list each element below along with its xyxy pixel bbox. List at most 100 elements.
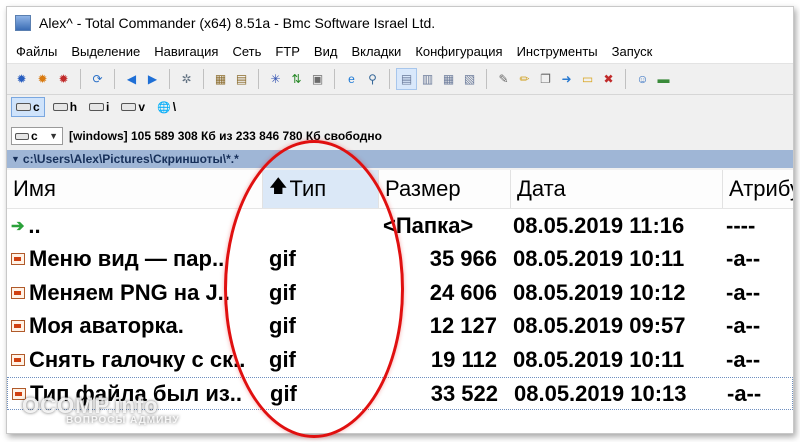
history-dropdown-icon[interactable]: ▼ <box>11 154 20 164</box>
chevron-down-icon: ▼ <box>49 131 58 141</box>
clipboard-button[interactable]: ▣ <box>307 68 328 90</box>
file-row[interactable]: Снять галочку с ск.. gif 19 112 08.05.2019 … <box>7 343 793 376</box>
menu-item-3[interactable]: Сеть <box>225 44 268 59</box>
delete-icon: ✖ <box>603 72 614 86</box>
view-tree-button[interactable]: ▧ <box>459 68 480 90</box>
column-header-size-label: Размер <box>385 176 461 201</box>
file-date: 08.05.2019 10:11 <box>513 346 685 372</box>
file-row[interactable]: ➔.. <Папка> 08.05.2019 11:16 ---- <box>7 209 793 242</box>
path-bar[interactable]: ▼ c:\Users\Alex\Pictures\Скриншоты\*.* <box>7 150 793 168</box>
refresh-button[interactable]: ⟳ <box>87 68 108 90</box>
drive-icon <box>121 103 137 111</box>
arrow-right-button[interactable]: ▶ <box>142 68 163 90</box>
menu-item-5[interactable]: Вид <box>307 44 345 59</box>
toolbar-separator <box>334 69 335 89</box>
column-header-attr[interactable]: Атрибуты <box>723 170 793 208</box>
column-headers: Имя 🡅 Тип Размер Дата Атрибуты <box>7 170 793 209</box>
file-date: 08.05.2019 10:12 <box>513 279 686 305</box>
drive-button-3[interactable]: v <box>117 98 149 116</box>
menu-item-4[interactable]: FTP <box>268 44 307 59</box>
drive-button-0[interactable]: c <box>11 97 45 117</box>
menu-item-0[interactable]: Файлы <box>7 44 64 59</box>
ie-button[interactable]: e <box>341 68 362 90</box>
drive-letter: h <box>69 100 78 114</box>
drive-select[interactable]: c ▼ <box>11 127 63 145</box>
file-name: Снять галочку с ск.. <box>29 346 246 372</box>
gear-red-button[interactable]: ✹ <box>53 68 74 90</box>
toolbar-separator <box>625 69 626 89</box>
drive-button-1[interactable]: h <box>49 98 81 116</box>
gear-orange-button[interactable]: ✹ <box>32 68 53 90</box>
delete-button[interactable]: ✖ <box>598 68 619 90</box>
toolbar-separator <box>114 69 115 89</box>
column-header-attr-label: Атрибуты <box>729 176 793 201</box>
pencil-button[interactable]: ✏ <box>514 68 535 90</box>
gif-file-icon <box>11 286 25 299</box>
file-name: Моя аваторка. <box>29 313 184 338</box>
gif-file-icon <box>11 320 25 332</box>
users-button[interactable]: ☺ <box>632 68 653 90</box>
drive-letter: v <box>138 100 146 114</box>
monitor-icon: ▬ <box>657 72 670 86</box>
column-header-size[interactable]: Размер <box>379 170 511 208</box>
column-header-name[interactable]: Имя <box>7 170 263 208</box>
drive-icon <box>15 132 29 140</box>
menu-item-9[interactable]: Запуск <box>605 44 660 59</box>
view-thumbs-button[interactable]: ▦ <box>438 68 459 90</box>
file-name: Меняем PNG на J.. <box>29 279 230 305</box>
gear-blue-button[interactable]: ✹ <box>11 68 32 90</box>
unpack-button[interactable]: ▤ <box>231 68 252 90</box>
file-size: 33 522 <box>430 381 498 406</box>
pack-button[interactable]: ▦ <box>210 68 231 90</box>
gif-file-icon <box>11 253 25 265</box>
arrow-left-button[interactable]: ◀ <box>121 68 142 90</box>
free-space-text: [windows] 105 589 308 Кб из 233 846 780 … <box>69 129 382 143</box>
monitor-button[interactable]: ▬ <box>653 68 674 90</box>
move-button[interactable]: ➜ <box>556 68 577 90</box>
view-brief-icon: ▤ <box>400 72 413 86</box>
copy-icon: ❐ <box>540 72 551 86</box>
file-date: 08.05.2019 10:11 <box>513 246 685 271</box>
ftp-button[interactable]: ⚲ <box>362 68 383 90</box>
parent-dir-icon: ➔ <box>11 217 25 235</box>
file-attr: -a-- <box>726 346 761 372</box>
drive-button-2[interactable]: i <box>85 98 113 116</box>
edit-button[interactable]: ✎ <box>493 68 514 90</box>
menu-item-1[interactable]: Выделение <box>64 44 147 59</box>
toolbar: ✹ ✹ ✹ ⟳ ◀ ▶ ✲ ▦ ▤ ✳ ⇅ ▣ e ⚲ ▤ ▥ ▦ ▧ ✎ ✏ ❐ ➜ ▭ ✖ ☺ ▬ <box>7 64 793 95</box>
drive-icon <box>52 103 68 111</box>
column-header-date-label: Дата <box>517 176 566 201</box>
arrow-right-icon: ▶ <box>147 72 158 86</box>
highlight-ellipse <box>224 140 404 438</box>
menu-item-7[interactable]: Конфигурация <box>408 44 509 59</box>
gif-file-icon <box>11 353 25 366</box>
view-full-button[interactable]: ▥ <box>417 68 438 90</box>
view-brief-button[interactable]: ▤ <box>396 68 417 90</box>
pack-icon: ▦ <box>214 72 227 86</box>
view-thumbs-icon: ▦ <box>442 72 455 86</box>
toolbar-separator <box>169 69 170 89</box>
current-path: c:\Users\Alex\Pictures\Скриншоты\*.* <box>22 152 239 166</box>
column-header-date[interactable]: Дата <box>511 170 723 208</box>
gear-gray-button[interactable]: ✲ <box>176 68 197 90</box>
view-full-icon: ▥ <box>421 72 434 86</box>
drive-letter: i <box>106 100 110 114</box>
menu-item-6[interactable]: Вкладки <box>344 44 408 59</box>
file-attr: ---- <box>726 212 756 238</box>
asterisk-button[interactable]: ✳ <box>265 68 286 90</box>
menu-bar: Файлы Выделение Навигация Сеть FTP Вид Вкладки… <box>7 39 793 64</box>
ftp-icon: ⚲ <box>368 72 377 86</box>
newfolder-button[interactable]: ▭ <box>577 68 598 90</box>
copy-button[interactable]: ❐ <box>535 68 556 90</box>
drive-bar: c h i v 🌐 \ <box>7 96 793 118</box>
file-date: 08.05.2019 09:57 <box>513 313 686 338</box>
file-size: 19 112 <box>430 346 497 372</box>
edit-icon: ✎ <box>498 72 509 86</box>
drive-button-4[interactable]: 🌐 \ <box>153 98 180 116</box>
menu-item-2[interactable]: Навигация <box>147 44 225 59</box>
pencil-icon: ✏ <box>519 72 530 86</box>
sort-az-button[interactable]: ⇅ <box>286 68 307 90</box>
menu-item-8[interactable]: Инструменты <box>510 44 605 59</box>
file-attr: -a-- <box>726 279 761 305</box>
column-header-name-label: Имя <box>13 176 56 201</box>
